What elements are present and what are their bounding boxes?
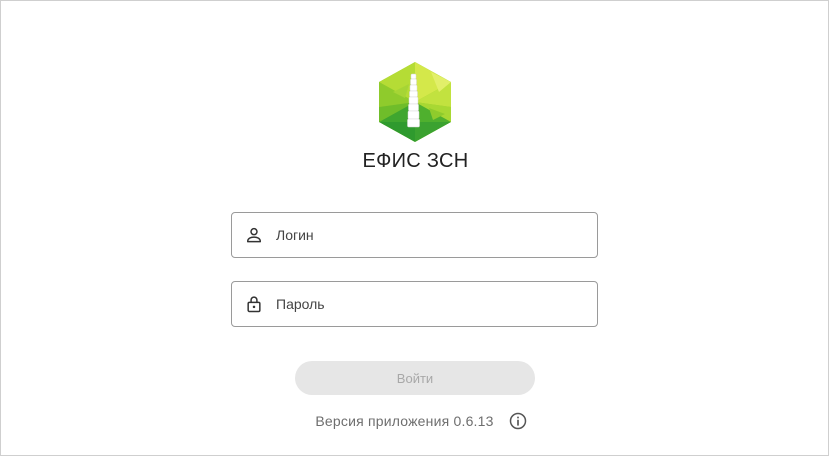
login-input[interactable] (276, 213, 586, 257)
person-icon (247, 227, 261, 243)
lock-icon (247, 296, 261, 313)
info-icon[interactable] (508, 411, 528, 431)
password-field[interactable] (231, 281, 598, 327)
password-input[interactable] (276, 282, 586, 326)
version-row: Версия приложения 0.6.13 (1, 411, 829, 431)
app-title: ЕФИС ЗСН (362, 150, 469, 172)
login-screen: ЕФИС ЗСН Войти Версия приложения 0.6.13 (0, 0, 829, 456)
app-version-text: Версия приложения 0.6.13 (315, 413, 494, 429)
login-field[interactable] (231, 212, 598, 258)
app-logo-icon (379, 62, 451, 142)
login-button[interactable]: Войти (295, 361, 535, 395)
